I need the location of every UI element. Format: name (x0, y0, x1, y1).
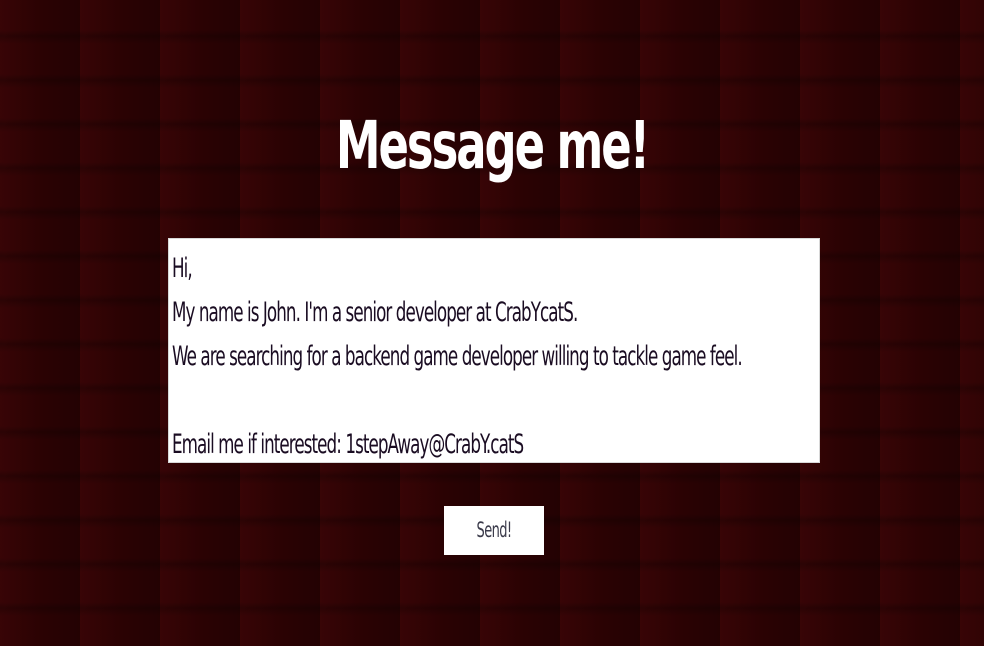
page-title: Message me! (335, 107, 650, 185)
message-text: Hi, My name is John. I'm a senior develo… (172, 253, 743, 460)
send-button-label: Send! (476, 518, 513, 542)
message-textarea[interactable]: Hi, My name is John. I'm a senior develo… (168, 238, 820, 463)
send-button[interactable]: Send! (444, 506, 544, 555)
